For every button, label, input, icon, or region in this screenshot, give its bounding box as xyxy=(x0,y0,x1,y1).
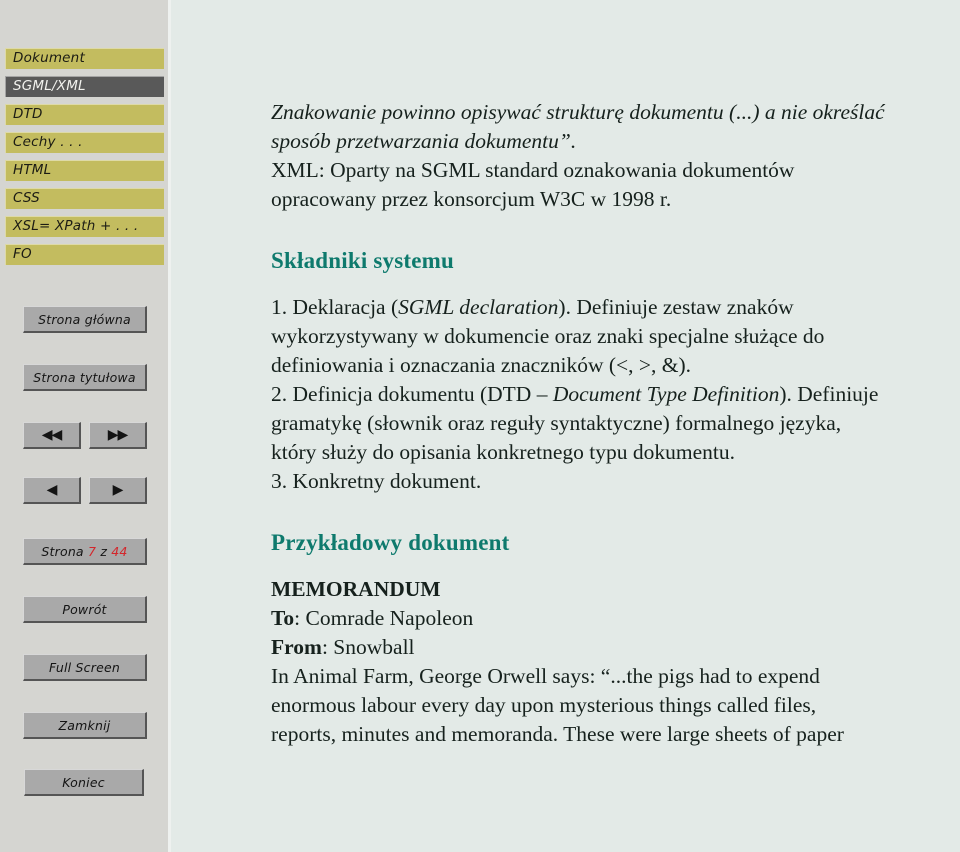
memo-from-value: : Snowball xyxy=(321,635,415,659)
item1-text-a: 1. Deklaracja ( xyxy=(271,295,399,319)
list-item-1-line-1: 1. Deklaracja (SGML declaration). Defini… xyxy=(271,293,960,322)
slide-content-area: Znakowanie powinno opisywać strukturę do… xyxy=(171,0,960,852)
memo-title: MEMORANDUM xyxy=(271,577,441,601)
sidebar-tab-xsl-xpath[interactable]: XSL= XPath + . . . xyxy=(5,216,164,237)
memo-body-line-3: reports, minutes and memoranda. These we… xyxy=(271,722,844,746)
heading-przykladowy-dokument: Przykładowy dokument xyxy=(271,530,510,555)
list-item-2-line-1: 2. Definicja dokumentu (DTD – Document T… xyxy=(271,380,960,409)
sidebar: Dokument SGML/XML DTD Cechy . . . HTML C… xyxy=(0,0,168,852)
xml-definition-line-2: opracowany przez konsorcjum W3C w 1998 r… xyxy=(271,187,672,211)
memo-from-row: From: Snowball xyxy=(271,633,960,662)
page-counter-button[interactable]: Strona 7 z 44 xyxy=(23,538,147,565)
last-page-button[interactable]: ▶▶ xyxy=(89,422,147,449)
slide-body: Znakowanie powinno opisywać strukturę do… xyxy=(271,98,960,749)
memo-from-label: From xyxy=(271,635,322,659)
page-counter-total: 44 xyxy=(111,543,128,559)
xml-definition-line-1: XML: Oparty na SGML standard oznakowania… xyxy=(271,158,795,182)
page-counter-separator: z xyxy=(100,543,108,559)
quote-line-2: sposób przetwarzania dokumentu”. xyxy=(271,129,577,153)
title-page-button[interactable]: Strona tytułowa xyxy=(23,364,147,391)
item2-text-a: 2. Definicja dokumentu (DTD – xyxy=(271,382,553,406)
memo-to-value: : Comrade Napoleon xyxy=(294,606,474,630)
sidebar-tab-html[interactable]: HTML xyxy=(5,160,164,181)
sidebar-tab-dokument[interactable]: Dokument xyxy=(5,48,164,69)
end-button[interactable]: Koniec xyxy=(24,769,144,796)
next-page-button[interactable]: ▶ xyxy=(89,477,147,504)
heading-skladniki-systemu: Składniki systemu xyxy=(271,248,454,273)
sidebar-tab-fo[interactable]: FO xyxy=(5,244,164,265)
memo-body-line-2: enormous labour every day upon mysteriou… xyxy=(271,693,817,717)
sidebar-tab-css[interactable]: CSS xyxy=(5,188,164,209)
page-counter-prefix: Strona xyxy=(41,543,84,559)
sidebar-tab-cechy[interactable]: Cechy . . . xyxy=(5,132,164,153)
item1-term: SGML declaration xyxy=(398,295,559,319)
item2-term: Document Type Definition xyxy=(552,382,780,406)
page-counter-current: 7 xyxy=(87,543,97,559)
item1-text-b: ). Definiuje zestaw znaków xyxy=(558,295,794,319)
list-item-2-line-2: gramatykę (słownik oraz reguły syntaktyc… xyxy=(271,411,842,435)
close-button[interactable]: Zamknij xyxy=(23,712,147,739)
sidebar-tab-sgml-xml[interactable]: SGML/XML xyxy=(5,76,164,97)
first-page-button[interactable]: ◀◀ xyxy=(23,422,81,449)
memo-body-line-1: In Animal Farm, George Orwell says: “...… xyxy=(271,664,820,688)
sidebar-nav-tabs: Dokument SGML/XML DTD Cechy . . . HTML C… xyxy=(0,48,168,272)
list-item-1-line-2: wykorzystywany w dokumencie oraz znaki s… xyxy=(271,324,825,348)
item2-text-b: ). Definiuje xyxy=(779,382,879,406)
quote-line-1: Znakowanie powinno opisywać strukturę do… xyxy=(271,100,885,124)
slide-page: Dokument SGML/XML DTD Cechy . . . HTML C… xyxy=(0,0,960,852)
home-button[interactable]: Strona główna xyxy=(23,306,147,333)
back-button[interactable]: Powrót xyxy=(23,596,147,623)
list-item-1-line-3: definiowania i oznaczania znaczników (<,… xyxy=(271,353,692,377)
memo-to-row: To: Comrade Napoleon xyxy=(271,604,960,633)
list-item-3: 3. Konkretny dokument. xyxy=(271,469,482,493)
memo-to-label: To xyxy=(271,606,295,630)
prev-page-button[interactable]: ◀ xyxy=(23,477,81,504)
list-item-2-line-3: który służy do opisania konkretnego typu… xyxy=(271,440,735,464)
sidebar-tab-dtd[interactable]: DTD xyxy=(5,104,164,125)
fullscreen-button[interactable]: Full Screen xyxy=(23,654,147,681)
